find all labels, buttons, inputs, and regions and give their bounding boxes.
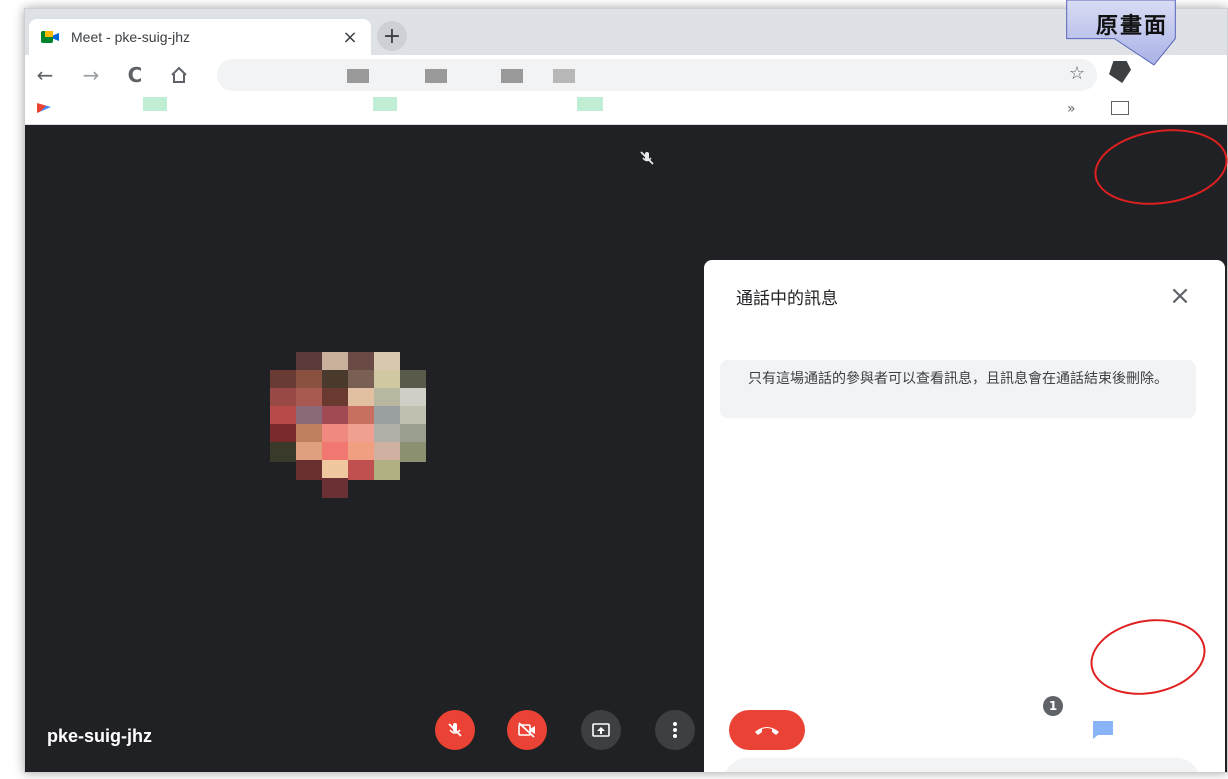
chat-button[interactable] [1085, 712, 1121, 748]
avatar-pixel [322, 424, 348, 444]
avatar-pixel [322, 442, 348, 462]
participant-count-badge: 1 [1043, 696, 1063, 716]
meet-logo-icon [41, 31, 59, 43]
redacted-bookmark [577, 97, 603, 111]
avatar-pixel [348, 460, 374, 480]
more-options-button[interactable] [655, 710, 695, 750]
redacted-url-block [347, 69, 369, 83]
people-icon [1027, 721, 1051, 739]
avatar-pixel [374, 460, 400, 480]
mic-off-icon [640, 151, 654, 165]
browser-window: Meet - pke-suig-jhz × + ← → C ☆ » 通話中的訊息… [24, 8, 1228, 773]
chat-panel-title: 通話中的訊息 [736, 289, 838, 309]
forward-icon[interactable]: → [77, 61, 105, 89]
avatar-pixel [374, 370, 400, 390]
avatar-pixel [270, 406, 296, 426]
chat-panel: 通話中的訊息 × 只有這場通話的參與者可以查看訊息，且訊息會在通話結束後刪除。 [704, 260, 1225, 772]
home-icon[interactable] [165, 61, 193, 89]
redacted-url-block [501, 69, 523, 83]
avatar-pixel [374, 352, 400, 372]
browser-tab[interactable]: Meet - pke-suig-jhz × [29, 19, 371, 55]
mic-toggle-button[interactable] [435, 710, 475, 750]
avatar-pixel [374, 442, 400, 462]
avatar-pixel [296, 370, 322, 390]
camera-off-icon [518, 722, 535, 738]
avatar-pixel [348, 442, 374, 462]
callout-label: 原畫面 [1096, 14, 1169, 39]
redacted-bookmark [143, 97, 167, 111]
chat-privacy-notice: 只有這場通話的參與者可以查看訊息，且訊息會在通話結束後刪除。 [720, 360, 1196, 418]
redacted-url-block [553, 69, 575, 83]
avatar-pixel [322, 460, 348, 480]
avatar-pixel [348, 424, 374, 444]
redacted-bookmark [373, 97, 397, 111]
avatar-pixel [296, 406, 322, 426]
close-icon[interactable]: × [1160, 276, 1200, 316]
bookmarks-bar: » [25, 95, 1227, 125]
avatar-pixel [400, 370, 426, 390]
avatar-pixel [296, 352, 322, 372]
avatar-pixel [374, 388, 400, 408]
avatar-pixel [374, 406, 400, 426]
reload-icon[interactable]: C [121, 61, 149, 89]
avatar-pixel [400, 388, 426, 408]
reading-list-icon[interactable] [1111, 101, 1129, 115]
bookmark-star-icon[interactable]: ☆ [1069, 63, 1085, 84]
present-screen-button[interactable] [581, 710, 621, 750]
avatar-pixel [348, 388, 374, 408]
avatar-pixel [270, 388, 296, 408]
avatar-pixel [322, 370, 348, 390]
activities-button[interactable] [1149, 712, 1185, 748]
avatar-pixel [400, 424, 426, 444]
avatar-pixel [270, 424, 296, 444]
info-icon [963, 720, 983, 740]
camera-toggle-button[interactable] [507, 710, 547, 750]
avatar-pixel [296, 424, 322, 444]
avatar-pixel [400, 406, 426, 426]
participants-button[interactable] [1021, 712, 1057, 748]
address-bar[interactable]: ☆ [217, 59, 1097, 91]
meet-stage: 通話中的訊息 × 只有這場通話的參與者可以查看訊息，且訊息會在通話結束後刪除。 … [25, 126, 1227, 772]
avatar-pixel [296, 442, 322, 462]
avatar-pixel [374, 424, 400, 444]
meeting-details-button[interactable] [955, 712, 991, 748]
leave-call-button[interactable] [729, 710, 805, 750]
bookmark-flag-icon[interactable] [37, 103, 51, 113]
avatar-pixel [348, 352, 374, 372]
mic-off-icon [448, 723, 462, 737]
chat-composer [724, 758, 1200, 772]
activities-icon [1158, 719, 1177, 739]
avatar-pixel [322, 478, 348, 498]
new-tab-button[interactable]: + [377, 21, 407, 51]
avatar-pixel [296, 388, 322, 408]
avatar-pixel [322, 406, 348, 426]
participant-avatar-pixelated [270, 352, 450, 502]
chat-bubble-icon [1093, 721, 1113, 739]
avatar-pixel [322, 388, 348, 408]
avatar-pixel [348, 406, 374, 426]
tab-close-icon[interactable]: × [341, 27, 359, 48]
chat-message-input[interactable] [724, 758, 1124, 772]
more-vert-icon [673, 722, 677, 738]
present-screen-icon [592, 723, 610, 737]
avatar-pixel [270, 442, 296, 462]
back-icon[interactable]: ← [31, 61, 59, 89]
avatar-pixel [296, 460, 322, 480]
avatar-pixel [322, 352, 348, 372]
hang-up-icon [755, 727, 779, 735]
send-icon[interactable] [1132, 766, 1172, 772]
avatar-pixel [348, 370, 374, 390]
redacted-url-block [425, 69, 447, 83]
tab-title: Meet - pke-suig-jhz [71, 29, 191, 45]
avatar-pixel [400, 442, 426, 462]
meeting-code: pke-suig-jhz [47, 726, 153, 746]
bookmarks-more-icon[interactable]: » [1067, 101, 1076, 117]
avatar-pixel [270, 370, 296, 390]
